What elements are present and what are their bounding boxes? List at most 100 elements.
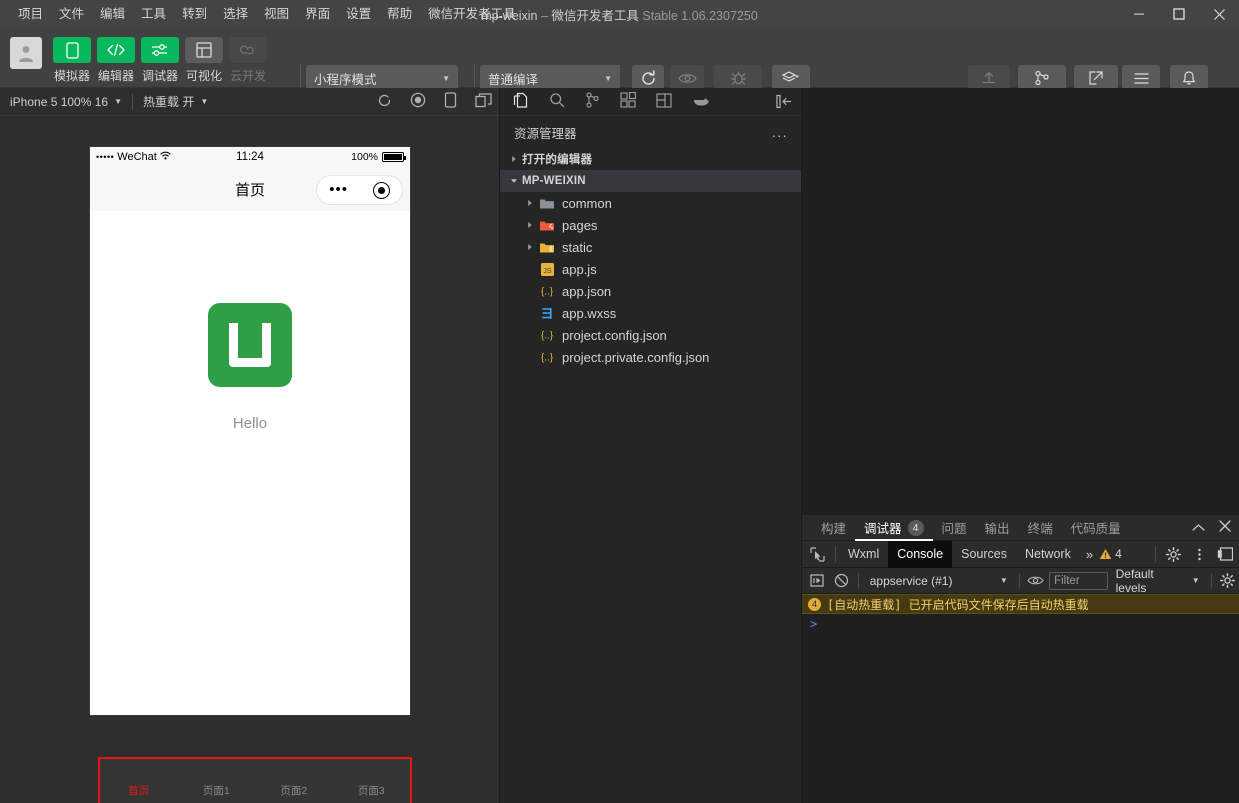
gear-icon[interactable] [1217, 569, 1239, 593]
toolbar-label-debugger: 调试器 [141, 69, 178, 83]
console-divider [1210, 573, 1212, 588]
compile-select-value: 普通编译 [488, 72, 539, 87]
extensions-icon[interactable] [620, 91, 637, 111]
chevron-up-icon[interactable] [1192, 521, 1205, 535]
tab-page2[interactable]: 页面2 [255, 783, 333, 803]
eye-icon[interactable] [1025, 569, 1047, 593]
console-levels-value: Default levels [1115, 566, 1154, 595]
console-log-row[interactable]: 4 [自动热重载] 已开启代码文件保存后自动热重载 [802, 594, 1239, 614]
close-icon[interactable] [1219, 520, 1231, 535]
tree-label: app.js [562, 261, 597, 277]
docker-icon[interactable] [692, 94, 710, 110]
title-bar: 项目 文件 编辑 工具 转到 选择 视图 界面 设置 帮助 微信开发者工具 mp… [0, 0, 1239, 28]
devtools-tab-sources[interactable]: Sources [952, 541, 1016, 568]
tree-item-project-config[interactable]: {..} project.config.json [500, 324, 802, 346]
tree-item-app-json[interactable]: {..} app.json [500, 280, 802, 302]
debugger-count-badge: 4 [907, 519, 924, 536]
dock-icon[interactable] [1213, 542, 1237, 566]
chevron-right-icon [522, 199, 538, 207]
panel-tab-label: 构建 [821, 522, 847, 536]
menu-item-devtools[interactable]: 微信开发者工具 [420, 2, 524, 26]
gear-icon[interactable] [1161, 542, 1185, 566]
tree-item-app-wxss[interactable]: ヨ app.wxss [500, 302, 802, 324]
more-tabs-icon[interactable]: » [1080, 547, 1099, 562]
record-icon[interactable] [410, 92, 426, 111]
chevron-down-icon: ▼ [999, 576, 1008, 585]
tree-label: app.wxss [562, 305, 617, 321]
toolbar-button-debugger[interactable]: 调试器 [138, 37, 182, 84]
console-prompt[interactable]: > [802, 614, 1239, 634]
devtools-tab-console[interactable]: Console [888, 540, 953, 568]
menu-item-goto[interactable]: 转到 [174, 2, 215, 26]
more-actions-icon[interactable]: ... [772, 125, 788, 139]
console-levels-select[interactable]: Default levels ▼ [1110, 567, 1206, 595]
debugger-empty-area [802, 88, 1239, 515]
menu-item-select[interactable]: 选择 [215, 2, 256, 26]
menu-item-file[interactable]: 文件 [51, 2, 92, 26]
more-vertical-icon[interactable] [1187, 542, 1211, 566]
menu-item-interface[interactable]: 界面 [297, 2, 338, 26]
source-control-icon[interactable] [585, 92, 600, 111]
collapse-sidebar-icon[interactable] [776, 94, 792, 112]
clear-console-icon[interactable] [830, 569, 852, 593]
window-controls [1119, 0, 1239, 28]
devtools-tab-wxml[interactable]: Wxml [839, 541, 888, 568]
menu-item-tools[interactable]: 工具 [133, 2, 174, 26]
layout-panel-icon[interactable] [656, 92, 672, 111]
upload-icon [982, 72, 996, 84]
panel-tab-debugger[interactable]: 调试器 4 [855, 515, 933, 541]
tree-project-root[interactable]: MP-WEIXIN [500, 170, 802, 192]
tab-home[interactable]: 首页 [100, 783, 178, 803]
tree-item-project-private-config[interactable]: {..} project.private.config.json [500, 346, 802, 368]
refresh-icon[interactable] [377, 93, 392, 111]
files-icon[interactable] [512, 92, 529, 112]
folder-icon [538, 197, 556, 210]
multi-window-icon[interactable] [475, 92, 492, 111]
console-filter-input[interactable]: Filter [1049, 571, 1108, 590]
minimize-button[interactable] [1119, 0, 1159, 28]
devtools-tab-network[interactable]: Network [1016, 541, 1080, 568]
device-select[interactable]: iPhone 5 100% 16 ▼ [0, 88, 132, 116]
menu-item-project[interactable]: 项目 [10, 2, 51, 26]
console-context-select[interactable]: appservice (#1) ▼ [864, 574, 1014, 588]
title-version: Stable 1.06.2307250 [642, 8, 758, 23]
tab-page3[interactable]: 页面3 [333, 783, 411, 803]
tree-open-editors[interactable]: 打开的编辑器 [500, 148, 802, 170]
tab-page1[interactable]: 页面1 [178, 783, 256, 803]
toolbar-button-cloud[interactable]: 云开发 [226, 37, 270, 84]
tree-item-static[interactable]: static [500, 236, 802, 258]
menu-item-settings[interactable]: 设置 [338, 2, 379, 26]
devtools-warning-chip[interactable]: 4 [1099, 547, 1122, 561]
run-icon[interactable] [806, 569, 828, 593]
panel-tab-problems[interactable]: 问题 [933, 515, 976, 541]
tree-item-app-js[interactable]: JS app.js [500, 258, 802, 280]
console-output[interactable]: 4 [自动热重载] 已开启代码文件保存后自动热重载 > [802, 594, 1239, 777]
panel-tab-terminal[interactable]: 终端 [1019, 515, 1062, 541]
wxss-file-icon: ヨ [538, 306, 556, 321]
panel-tab-output[interactable]: 输出 [976, 515, 1019, 541]
panel-tab-code-quality[interactable]: 代码质量 [1062, 515, 1130, 541]
toolbar-button-editor[interactable]: 编辑器 [94, 37, 138, 84]
menu-item-help[interactable]: 帮助 [379, 2, 420, 26]
inspect-element-icon[interactable] [802, 546, 832, 562]
json-file-icon: {..} [538, 328, 556, 342]
close-button[interactable] [1199, 0, 1239, 28]
layers-icon [781, 71, 799, 82]
tree-item-pages[interactable]: pages [500, 214, 802, 236]
toolbar-button-simulator[interactable]: 模拟器 [50, 37, 94, 84]
hotreload-select-value: 热重载 开 [143, 95, 195, 109]
phone-status-bar: ••••• WeChat 11:24 100% [90, 147, 410, 167]
toolbar-button-visual[interactable]: 可视化 [182, 37, 226, 84]
capsule-buttons[interactable]: ••• [316, 175, 403, 205]
menu-item-edit[interactable]: 编辑 [92, 2, 133, 26]
hotreload-select[interactable]: 热重载 开 ▼ [133, 88, 218, 116]
tree-item-common[interactable]: common [500, 192, 802, 214]
phone-simulator[interactable]: ••••• WeChat 11:24 100% 首页 ••• Hello [90, 147, 410, 715]
maximize-button[interactable] [1159, 0, 1199, 28]
user-avatar[interactable] [10, 37, 42, 69]
target-icon[interactable] [372, 181, 390, 199]
panel-tab-build[interactable]: 构建 [812, 515, 855, 541]
rotate-device-icon[interactable] [444, 92, 457, 111]
search-icon[interactable] [549, 92, 565, 111]
menu-item-view[interactable]: 视图 [256, 2, 297, 26]
